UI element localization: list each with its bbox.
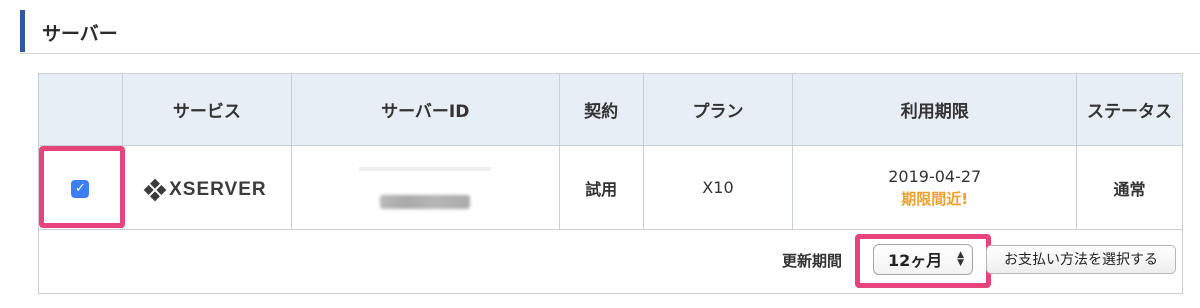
renewal-controls: 更新期間 12ヶ月 ▲ ▼ お支払い方法を選択する — [39, 231, 1182, 293]
expiry-warning: 期限間近! — [901, 189, 969, 208]
select-cell: ✓ — [38, 145, 125, 230]
redacted-server-id — [380, 194, 471, 209]
xserver-logo: XSERVER — [143, 178, 266, 202]
header-expiry: 利用期限 — [792, 73, 1078, 146]
server-table: サービス サーバーID 契約 プラン 利用期限 ステータス ✓ XSERVER — [38, 73, 1183, 294]
checkbox-highlight — [39, 146, 125, 228]
header-service: サービス — [121, 73, 292, 146]
select-payment-button[interactable]: お支払い方法を選択する — [986, 244, 1176, 274]
renewal-period-select[interactable]: 12ヶ月 ▲ ▼ — [873, 243, 973, 275]
table-row: ✓ XSERVER 試用 X10 2019-04-27 期限間近! 通常 — [38, 145, 1183, 230]
select-arrows-icon: ▲ ▼ — [957, 249, 964, 268]
renewal-row: 更新期間 12ヶ月 ▲ ▼ お支払い方法を選択する — [38, 229, 1183, 294]
expiry-date: 2019-04-27 — [888, 166, 982, 186]
header-plan: プラン — [642, 73, 794, 146]
section-accent-bar — [20, 10, 25, 52]
plan-cell: X10 — [642, 145, 794, 230]
xserver-logo-icon — [143, 178, 167, 202]
renewal-cell: 更新期間 12ヶ月 ▲ ▼ お支払い方法を選択する — [38, 229, 1183, 294]
service-cell: XSERVER — [121, 145, 292, 230]
header-select — [38, 73, 123, 146]
contract-cell: 試用 — [558, 145, 644, 230]
period-value: 12ヶ月 — [888, 251, 943, 270]
expiry-cell: 2019-04-27 期限間近! — [792, 145, 1078, 230]
header-server-id: サーバーID — [290, 73, 560, 146]
status-cell: 通常 — [1076, 145, 1183, 230]
header-contract: 契約 — [558, 73, 644, 146]
renewal-period-label: 更新期間 — [782, 251, 843, 270]
section-title: サーバー — [42, 23, 118, 45]
redacted-line — [359, 166, 492, 171]
section-header: サーバー — [20, 10, 1200, 54]
header-status: ステータス — [1076, 73, 1183, 146]
table-header-row: サービス サーバーID 契約 プラン 利用期限 ステータス — [38, 73, 1183, 146]
server-id-cell — [290, 145, 560, 230]
